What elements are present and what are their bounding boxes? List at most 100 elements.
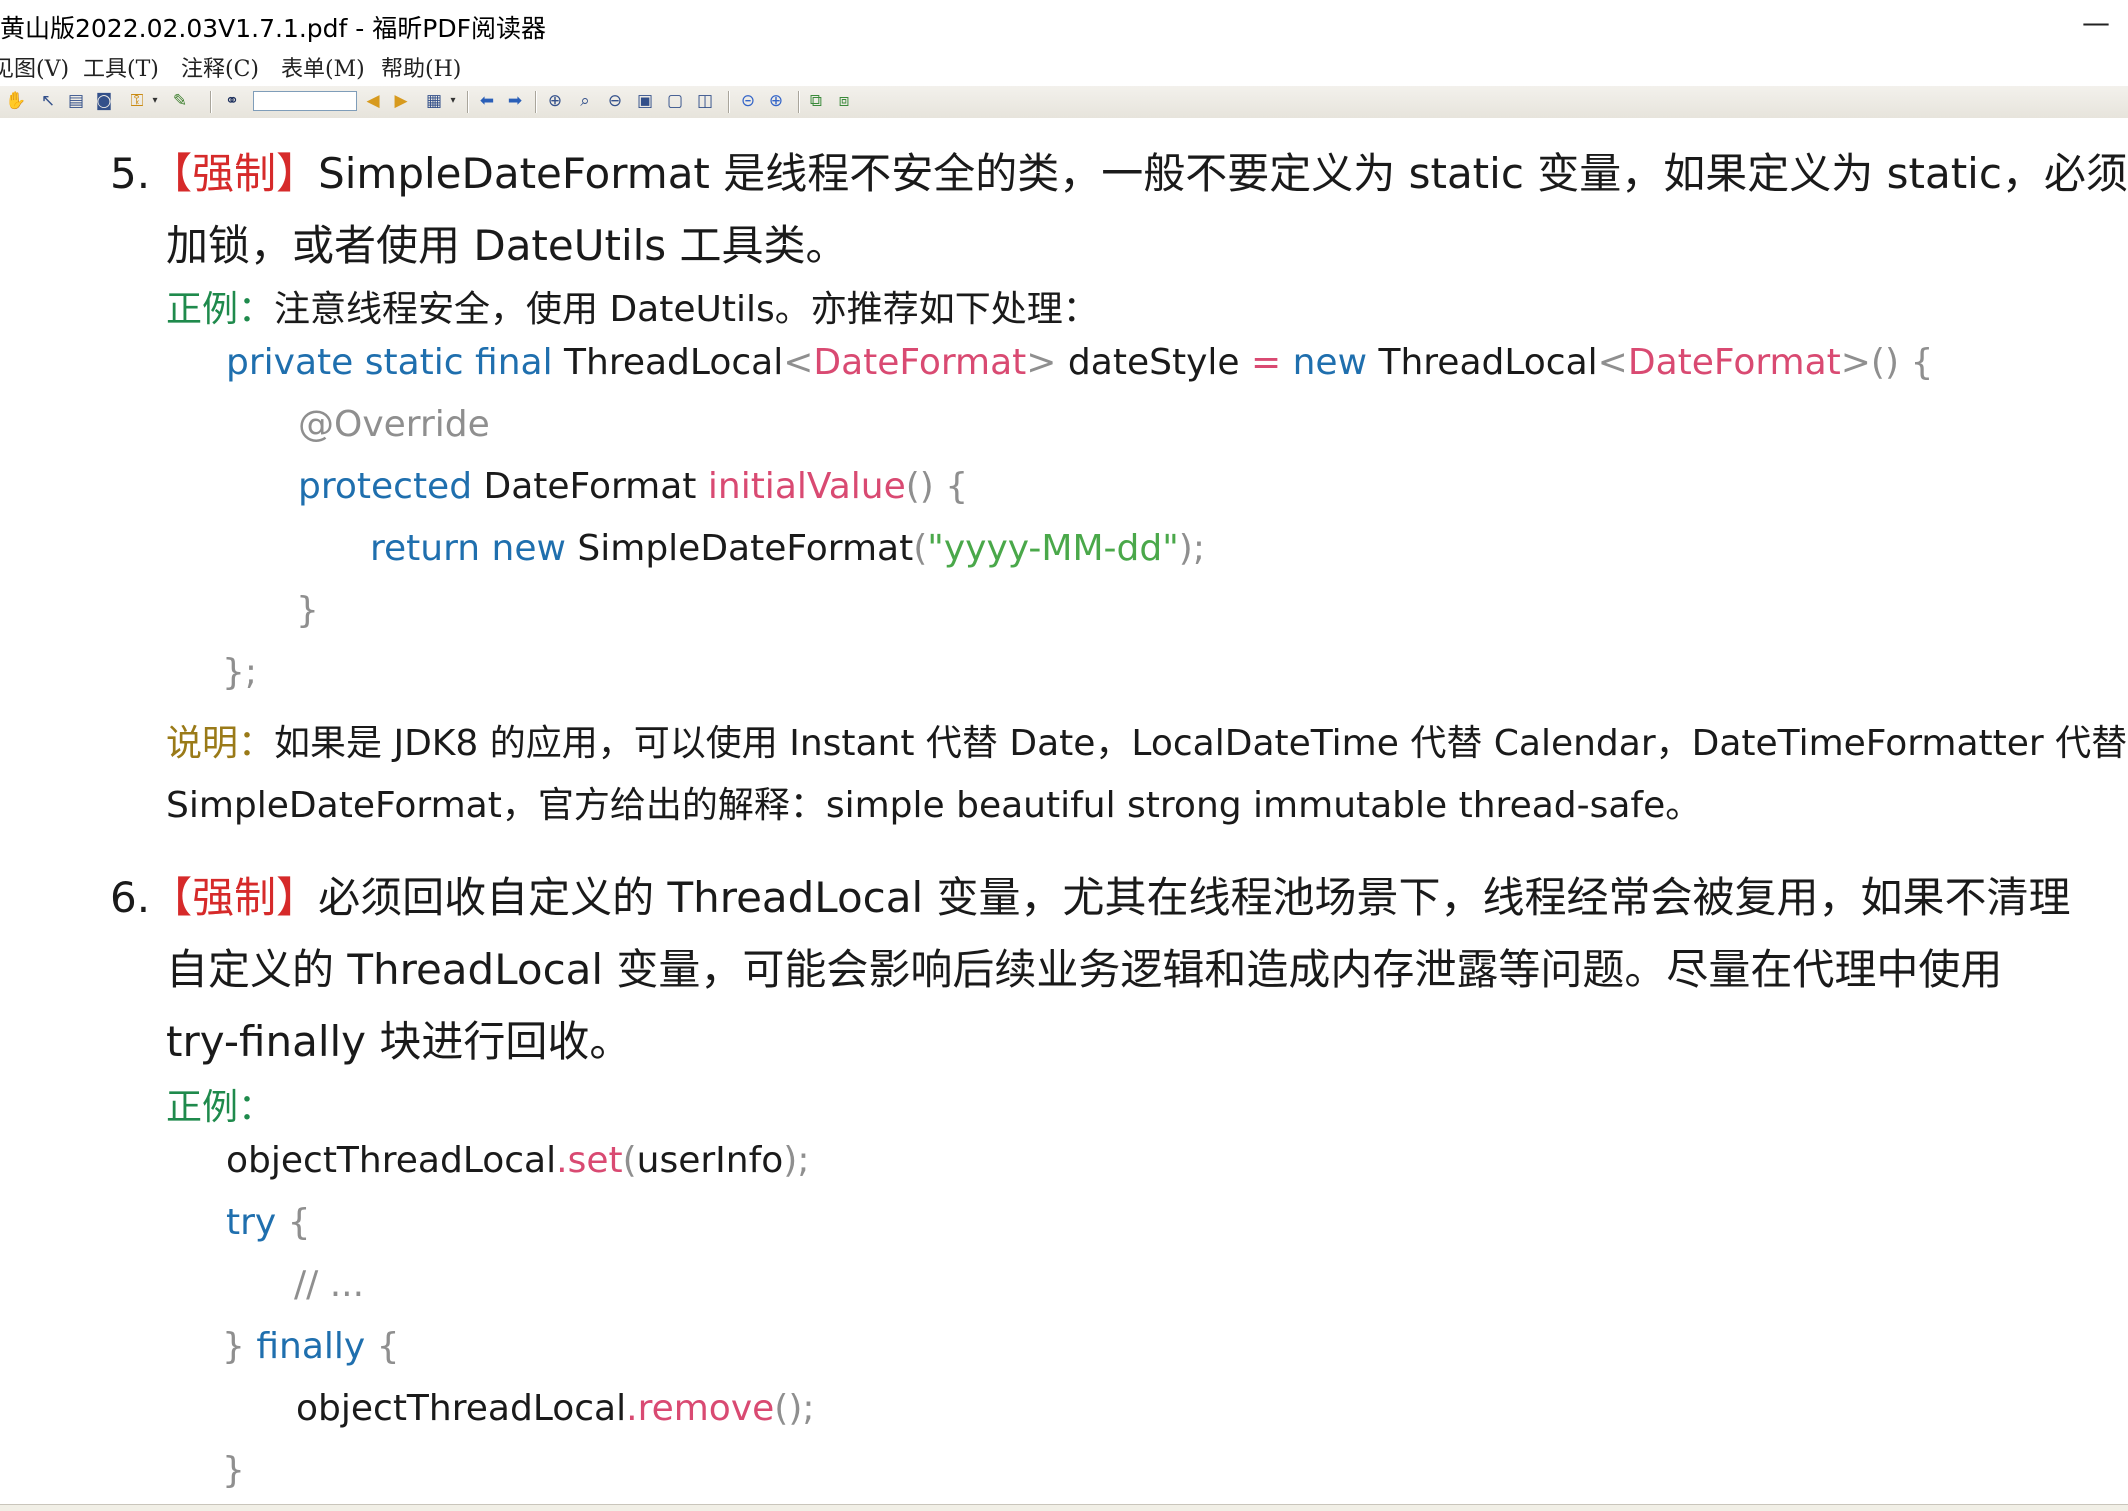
example-label: 正例： [166, 289, 275, 330]
toolbar-separator [210, 91, 211, 113]
select-arrow-icon[interactable]: ↖ [38, 90, 58, 112]
find-binoculars-icon[interactable]: ⚭ [222, 90, 242, 112]
code-token: new [1292, 342, 1368, 383]
rule-text: 必须回收自定义的 ThreadLocal 变量，尤其在线程池场景下，线程经常会被… [318, 873, 2071, 922]
code-line: } [222, 1450, 245, 1491]
document-icon[interactable]: ▦ [424, 90, 444, 112]
code-token: protected [298, 466, 473, 507]
code-line: protected DateFormat initialValue() { [298, 466, 968, 507]
code-line: // ... [294, 1264, 365, 1305]
code-token: { [276, 1202, 311, 1243]
edit-pen-icon[interactable]: ✎ [170, 90, 190, 112]
security-lock-icon[interactable]: ⚿ [127, 90, 147, 112]
minimize-button[interactable]: — [2082, 6, 2110, 39]
fit-width-icon[interactable]: ◫ [695, 90, 715, 112]
code-token: ThreadLocal [564, 342, 784, 383]
code-line: } finally { [222, 1326, 400, 1367]
menu-tools[interactable]: 工具(T) [83, 51, 159, 83]
find-next-icon[interactable]: ▶ [391, 90, 411, 112]
fit-page-icon[interactable]: ▢ [665, 90, 685, 112]
rule-text: SimpleDateFormat 是线程不安全的类，一般不要定义为 static… [318, 149, 2128, 198]
code-token: } [222, 1326, 257, 1367]
code-token: { [365, 1326, 400, 1367]
rotate-left-icon[interactable]: ⊝ [738, 90, 758, 112]
zoom-rectangle-icon[interactable]: ⌕ [575, 90, 595, 112]
code-token: .set [556, 1140, 623, 1181]
rule-5-note-line-1: 说明：如果是 JDK8 的应用，可以使用 Instant 代替 Date，Loc… [166, 714, 2127, 766]
code-token: < [783, 342, 814, 383]
code-token: dateStyle [1067, 342, 1240, 383]
code-token: < [1597, 342, 1628, 383]
toolbar-separator [535, 91, 536, 113]
back-arrow-icon[interactable]: ⬅ [477, 90, 497, 112]
code-token: = [1250, 342, 1282, 383]
code-token: >() { [1840, 342, 1934, 383]
code-token: ); [783, 1140, 810, 1181]
rule-number: 5. [110, 149, 151, 198]
code-line: objectThreadLocal.remove(); [296, 1388, 815, 1429]
rule-6-line-2: 自定义的 ThreadLocal 变量，可能会影响后续业务逻辑和造成内存泄露等问… [166, 945, 2003, 994]
find-input[interactable] [253, 91, 357, 111]
toolbar-separator [467, 91, 468, 113]
code-token: .remove [626, 1388, 775, 1429]
rule-number: 6. [110, 873, 151, 922]
code-token: > [1026, 342, 1057, 383]
actual-size-icon[interactable]: ▣ [635, 90, 655, 112]
mandatory-tag: 【强制】 [150, 149, 319, 198]
forward-arrow-icon[interactable]: ➡ [505, 90, 525, 112]
code-token: DateFormat [1627, 342, 1841, 383]
mandatory-tag: 【强制】 [150, 873, 319, 922]
find-previous-icon[interactable]: ◀ [363, 90, 383, 112]
snapshot-icon[interactable]: ◙ [94, 90, 114, 112]
title-bar: 黄山版2022.02.03V1.7.1.pdf - 福昕PDF阅读器 — [0, 0, 2128, 46]
code-token: "yyyy-MM-dd" [927, 528, 1179, 569]
code-token: ( [913, 528, 928, 569]
layers-icon[interactable]: ⧈ [834, 90, 854, 112]
code-line: return new SimpleDateFormat("yyyy-MM-dd"… [370, 528, 1205, 569]
code-token: (); [774, 1388, 815, 1429]
code-line: }; [222, 652, 258, 693]
code-token: ); [1178, 528, 1205, 569]
code-line: private static final ThreadLocal<DateFor… [226, 342, 1933, 383]
code-token: ( [622, 1140, 637, 1181]
menu-help[interactable]: 帮助(H) [381, 51, 461, 83]
code-line: objectThreadLocal.set(userInfo); [226, 1140, 809, 1181]
example-text: 注意线程安全，使用 DateUtils。亦推荐如下处理： [274, 289, 1099, 330]
code-token: () { [905, 466, 969, 507]
code-token: ThreadLocal [1378, 342, 1598, 383]
code-token: DateFormat [813, 342, 1027, 383]
toolbar: ✋ ↖ ▤ ◙ ⚿ ▾ ✎ ⚭ ◀ ▶ ▦ ▾ ⬅ ➡ ⊕ ⌕ ⊖ ▣ ▢ ◫ … [0, 86, 2128, 119]
rotate-right-icon[interactable]: ⊕ [766, 90, 786, 112]
document-page: 5.【强制】SimpleDateFormat 是线程不安全的类，一般不要定义为 … [0, 118, 2128, 1504]
code-token: DateFormat [483, 466, 697, 507]
hand-tool-icon[interactable]: ✋ [5, 90, 26, 112]
code-token: try [226, 1202, 277, 1243]
zoom-in-icon[interactable]: ⊕ [545, 90, 565, 112]
window-title: 黄山版2022.02.03V1.7.1.pdf - 福昕PDF阅读器 [0, 14, 546, 43]
menu-view[interactable]: 见图(V) [0, 51, 69, 83]
code-line: try { [226, 1202, 311, 1243]
zoom-out-icon[interactable]: ⊖ [605, 90, 625, 112]
code-token: private static final [226, 342, 553, 383]
menu-comment[interactable]: 注释(C) [181, 51, 259, 83]
code-token: return new [370, 528, 566, 569]
note-label: 说明： [166, 723, 275, 764]
rule-6-line-3: try-finally 块进行回收。 [166, 1017, 632, 1066]
note-text: 如果是 JDK8 的应用，可以使用 Instant 代替 Date，LocalD… [274, 723, 2128, 764]
select-text-icon[interactable]: ▤ [66, 90, 86, 112]
code-token: initialValue [707, 466, 906, 507]
menu-bar: 见图(V) 工具(T) 注释(C) 表单(M) 帮助(H) [0, 46, 2128, 86]
rule-6-line-1: 6.【强制】必须回收自定义的 ThreadLocal 变量，尤其在线程池场景下，… [110, 864, 2071, 925]
dropdown-arrow-icon[interactable]: ▾ [150, 90, 160, 112]
example-label: 正例： [166, 1087, 275, 1128]
menu-form[interactable]: 表单(M) [281, 51, 365, 83]
code-token: objectThreadLocal [226, 1140, 557, 1181]
code-token: objectThreadLocal [296, 1388, 627, 1429]
rule-5-line-1: 5.【强制】SimpleDateFormat 是线程不安全的类，一般不要定义为 … [110, 140, 2128, 201]
code-token: userInfo [636, 1140, 784, 1181]
code-token: finally [256, 1326, 366, 1367]
bookmark-icon[interactable]: ⧉ [806, 90, 826, 112]
dropdown-arrow-icon[interactable]: ▾ [448, 90, 458, 112]
code-line: @Override [298, 404, 490, 445]
rule-5-example: 正例：注意线程安全，使用 DateUtils。亦推荐如下处理： [166, 280, 1099, 332]
